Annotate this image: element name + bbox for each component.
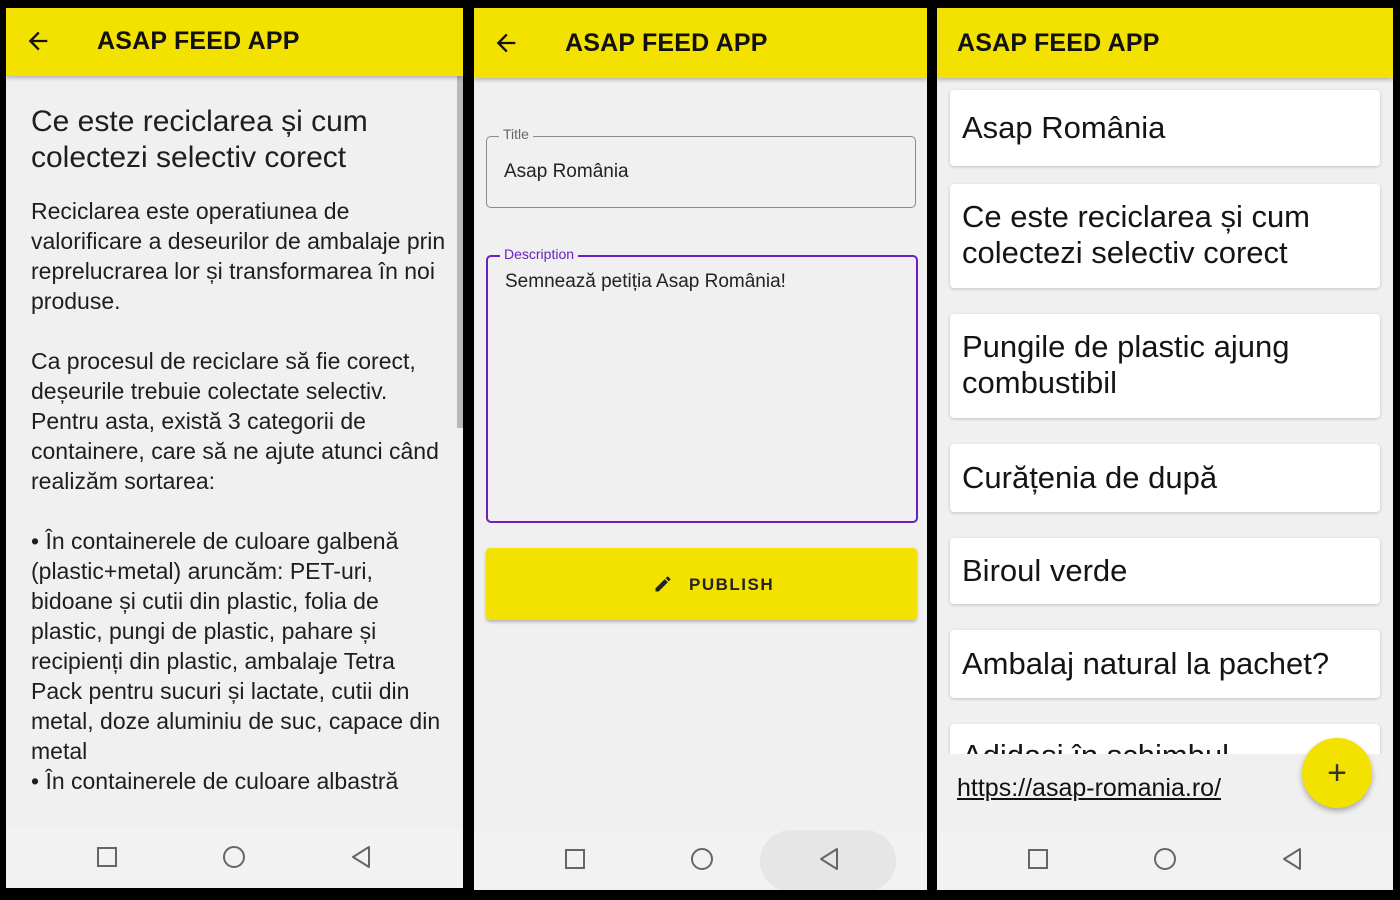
plus-icon: + [1327,754,1347,792]
feed-card-title: Pungile de plastic ajung combustibil [962,329,1290,400]
title-field-label: Title [499,126,533,142]
feed-card-title: Ce este reciclarea și cum colectezi sele… [962,199,1311,270]
app-bar: ASAP FEED APP [6,8,463,76]
description-field-label: Description [500,246,579,262]
feed-list[interactable]: Asap România Ce este reciclarea și cum c… [937,78,1393,754]
article-paragraph: Reciclarea este operatiunea de valorific… [31,198,446,314]
square-recents-icon[interactable] [1023,844,1053,874]
feed-card[interactable]: Ce este reciclarea și cum colectezi sele… [950,184,1380,288]
feed-card-title: Asap România [962,110,1166,145]
app-bar: ASAP FEED APP [474,8,927,78]
back-arrow-icon[interactable] [24,27,52,55]
title-field[interactable]: Title Asap România [486,126,916,208]
feed-card[interactable]: Ambalaj natural la pachet? [950,630,1380,698]
system-nav-bar [6,828,463,888]
app-title: ASAP FEED APP [957,29,1160,57]
publish-screen: ASAP FEED APP Title Asap România Descrip… [474,8,927,890]
circle-home-icon[interactable] [687,844,717,874]
publish-label: PUBLISH [689,575,775,594]
feed-card[interactable]: Asap România [950,90,1380,166]
article-detail-screen: ASAP FEED APP Ce este reciclarea și cum … [6,8,463,888]
feed-card-title: Ambalaj natural la pachet? [962,646,1330,681]
article-bullet: • În containerele de culoare galbenă (pl… [31,528,441,764]
circle-home-icon[interactable] [1150,844,1180,874]
article-bullet: • În containerele de culoare albastră [31,768,399,794]
feed-card-title: Biroul verde [962,553,1128,588]
feed-card[interactable]: Pungile de plastic ajung combustibil [950,314,1380,418]
feed-card[interactable]: Biroul verde [950,538,1380,604]
triangle-back-icon[interactable] [814,844,844,874]
website-link[interactable]: https://asap-romania.ro/ [957,774,1221,803]
pencil-icon [655,576,671,592]
add-post-button[interactable]: + [1302,738,1372,808]
publish-button[interactable]: PUBLISH [486,548,917,620]
title-input[interactable]: Asap România [504,161,629,183]
feed-card-title: Curățenia de după [962,460,1218,495]
article-paragraph: Ca procesul de reciclare să fie corect, … [31,348,439,494]
system-nav-bar [474,830,927,890]
circle-home-icon[interactable] [219,842,249,872]
description-input[interactable]: Semnează petiția Asap România! [505,271,786,293]
system-nav-bar [937,830,1393,890]
article-heading: Ce este reciclarea și cum colectezi sele… [31,105,368,174]
app-bar: ASAP FEED APP [937,8,1393,78]
triangle-back-icon[interactable] [1277,844,1307,874]
app-title: ASAP FEED APP [565,29,768,57]
feed-card[interactable]: Curățenia de după [950,444,1380,512]
app-title: ASAP FEED APP [97,27,300,55]
article-scroll-area[interactable]: Ce este reciclarea și cum colectezi sele… [6,76,463,828]
feed-screen: ASAP FEED APP Asap România Ce este recic… [937,8,1393,890]
scrollbar[interactable] [457,76,463,428]
square-recents-icon[interactable] [560,844,590,874]
back-arrow-icon[interactable] [492,29,520,57]
square-recents-icon[interactable] [92,842,122,872]
description-field[interactable]: Description Semnează petiția Asap Români… [486,246,918,523]
triangle-back-icon[interactable] [346,842,376,872]
